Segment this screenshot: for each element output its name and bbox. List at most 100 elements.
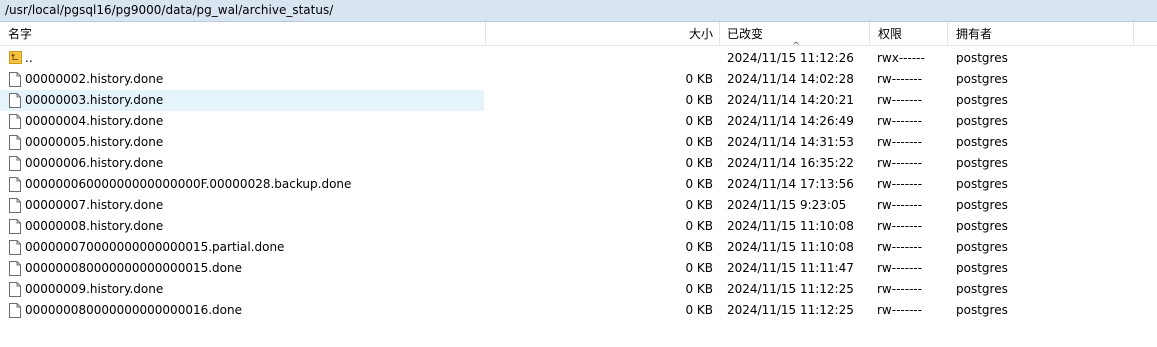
file-permissions: rw------- <box>877 303 923 317</box>
file-modified: 2024/11/14 14:02:28 <box>727 72 854 86</box>
file-modified: 2024/11/15 11:10:08 <box>727 219 854 233</box>
file-size: 0 KB <box>685 261 713 275</box>
file-owner: postgres <box>956 93 1008 107</box>
file-modified: 2024/11/14 14:20:21 <box>727 93 854 107</box>
file-modified: 2024/11/15 11:11:47 <box>727 261 854 275</box>
file-permissions: rw------- <box>877 72 923 86</box>
file-modified: 2024/11/15 11:10:08 <box>727 240 854 254</box>
file-owner: postgres <box>956 219 1008 233</box>
file-size: 0 KB <box>685 219 713 233</box>
file-owner: postgres <box>956 72 1008 86</box>
file-name: 00000007.history.done <box>25 198 164 212</box>
file-icon <box>9 72 21 87</box>
column-header-size[interactable]: 大小 <box>486 22 720 45</box>
file-permissions: rw------- <box>877 282 923 296</box>
file-permissions: rw------- <box>877 156 923 170</box>
file-size: 0 KB <box>685 177 713 191</box>
file-name: 00000006000000000000000F.00000028.backup… <box>25 177 352 191</box>
file-row[interactable]: 00000009.history.done 0 KB 2024/11/15 11:1… <box>0 279 1157 300</box>
file-owner: postgres <box>956 303 1008 317</box>
column-header-size-label: 大小 <box>688 27 713 41</box>
file-size: 0 KB <box>685 198 713 212</box>
file-list: .. 2024/11/15 11:12:26 rwx------ postgres 00… <box>0 48 1157 321</box>
file-owner: postgres <box>956 51 1008 65</box>
file-modified: 2024/11/14 16:35:22 <box>727 156 854 170</box>
file-row[interactable]: 000000080000000000000015.done 0 KB 2024/11… <box>0 258 1157 279</box>
file-icon <box>9 135 21 150</box>
file-name: .. <box>25 51 33 65</box>
column-header-permissions-label: 权限 <box>878 27 903 41</box>
column-header-owner[interactable]: 拥有者 <box>948 22 1134 45</box>
file-modified: 2024/11/15 9:23:05 <box>727 198 847 212</box>
column-header-modified-label: 已改变 <box>727 27 764 41</box>
file-row[interactable]: 00000005.history.done 0 KB 2024/11/14 14:3… <box>0 132 1157 153</box>
file-owner: postgres <box>956 240 1008 254</box>
file-name: 00000004.history.done <box>25 114 164 128</box>
file-row[interactable]: 000000070000000000000015.partial.done 0 K… <box>0 237 1157 258</box>
file-icon <box>9 114 21 129</box>
column-header-name[interactable]: 名字 <box>0 22 486 45</box>
file-name: 00000005.history.done <box>25 135 164 149</box>
file-row[interactable]: 00000004.history.done 0 KB 2024/11/14 14:2… <box>0 111 1157 132</box>
file-size: 0 KB <box>685 114 713 128</box>
file-permissions: rw------- <box>877 219 923 233</box>
file-owner: postgres <box>956 177 1008 191</box>
file-size <box>560 48 713 69</box>
file-row[interactable]: 00000003.history.done 0 KB 2024/11/14 14:2… <box>0 90 1157 111</box>
file-owner: postgres <box>956 114 1008 128</box>
file-permissions: rw------- <box>877 93 923 107</box>
column-header: 名字 大小 已改变 权限 拥有者 ^ <box>0 22 1157 52</box>
file-icon <box>9 198 21 213</box>
file-row[interactable]: 00000006000000000000000F.00000028.backup… <box>0 174 1157 195</box>
path-bar[interactable]: /usr/local/pgsql16/pg9000/data/pg_wal/ar… <box>0 0 1157 22</box>
file-owner: postgres <box>956 282 1008 296</box>
file-size: 0 KB <box>685 303 713 317</box>
file-name: 000000080000000000000015.done <box>25 261 242 275</box>
file-size: 0 KB <box>685 72 713 86</box>
file-name: 000000080000000000000016.done <box>25 303 242 317</box>
path-text: /usr/local/pgsql16/pg9000/data/pg_wal/ar… <box>5 3 334 17</box>
file-size: 0 KB <box>685 156 713 170</box>
file-owner: postgres <box>956 198 1008 212</box>
column-header-name-label: 名字 <box>8 27 33 41</box>
file-permissions: rw------- <box>877 198 923 212</box>
file-permissions: rw------- <box>877 240 923 254</box>
file-modified: 2024/11/14 14:26:49 <box>727 114 854 128</box>
parent-folder-icon <box>9 51 22 66</box>
file-size: 0 KB <box>685 282 713 296</box>
file-permissions: rw------- <box>877 114 923 128</box>
file-modified: 2024/11/15 11:12:25 <box>727 282 854 296</box>
file-size: 0 KB <box>685 240 713 254</box>
column-header-owner-label: 拥有者 <box>956 27 993 41</box>
file-modified: 2024/11/15 11:12:26 <box>727 51 854 65</box>
file-icon <box>9 177 21 192</box>
file-icon <box>9 261 21 276</box>
file-owner: postgres <box>956 261 1008 275</box>
file-row[interactable]: 00000006.history.done 0 KB 2024/11/14 16:3… <box>0 153 1157 174</box>
file-icon <box>9 219 21 234</box>
file-name: 00000002.history.done <box>25 72 164 86</box>
file-name: 00000009.history.done <box>25 282 164 296</box>
file-row[interactable]: 000000080000000000000016.done 0 KB 2024/11… <box>0 300 1157 321</box>
file-row[interactable]: 00000007.history.done 0 KB 2024/11/15 9:23… <box>0 195 1157 216</box>
file-row[interactable]: 00000008.history.done 0 KB 2024/11/15 11:1… <box>0 216 1157 237</box>
column-header-permissions[interactable]: 权限 <box>870 22 948 45</box>
file-modified: 2024/11/14 17:13:56 <box>727 177 854 191</box>
file-name: 000000070000000000000015.partial.done <box>25 240 285 254</box>
file-name: 00000008.history.done <box>25 219 164 233</box>
file-row[interactable]: .. 2024/11/15 11:12:26 rwx------ postgres <box>0 48 1157 69</box>
file-permissions: rw------- <box>877 135 923 149</box>
file-owner: postgres <box>956 156 1008 170</box>
file-permissions: rw------- <box>877 261 923 275</box>
file-row[interactable]: 00000002.history.done 0 KB 2024/11/14 14:0… <box>0 69 1157 90</box>
file-name: 00000003.history.done <box>25 93 164 107</box>
file-owner: postgres <box>956 135 1008 149</box>
file-name: 00000006.history.done <box>25 156 164 170</box>
file-icon <box>9 303 21 318</box>
file-permissions: rw------- <box>877 177 923 191</box>
file-permissions: rwx------ <box>877 51 925 65</box>
file-icon <box>9 240 21 255</box>
file-icon <box>9 93 21 108</box>
file-icon <box>9 156 21 171</box>
file-icon <box>9 282 21 297</box>
